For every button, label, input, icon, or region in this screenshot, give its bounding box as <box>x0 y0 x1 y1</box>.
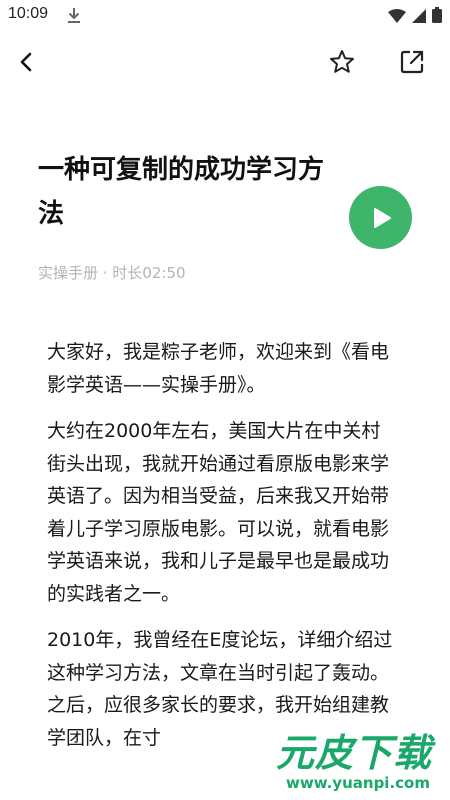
watermark: 元皮下载 www.yuanpi.com <box>276 722 450 800</box>
share-icon <box>400 50 424 74</box>
battery-icon <box>432 7 442 27</box>
chevron-left-icon <box>20 52 32 72</box>
article-title: 一种可复制的成功学习方法 <box>38 155 325 229</box>
download-icon <box>66 6 82 24</box>
signal-icon <box>412 8 426 27</box>
wifi-icon <box>388 8 406 27</box>
article-body: 大家好，我是粽子老师，欢迎来到《看电影学英语——实操手册》。 大约在2000年左… <box>47 336 397 768</box>
play-button[interactable] <box>349 186 412 249</box>
article-paragraph: 大约在2000年左右，美国大片在中关村街头出现，我就开始通过看原版电影来学英语了… <box>47 420 390 605</box>
star-icon <box>330 50 354 73</box>
status-icons <box>388 7 442 27</box>
article-meta: 实操手册 · 时长02:50 <box>38 264 186 282</box>
back-button[interactable] <box>12 48 40 76</box>
watermark-logo: 元皮下载 <box>276 731 433 775</box>
favorite-button[interactable] <box>326 46 358 78</box>
share-button[interactable] <box>396 46 428 78</box>
article-paragraph: 大家好，我是粽子老师，欢迎来到《看电影学英语——实操手册》。 <box>47 341 390 396</box>
top-nav <box>0 40 450 84</box>
status-bar: 10:09 <box>0 0 450 32</box>
status-time: 10:09 <box>8 5 49 22</box>
play-icon <box>373 207 391 228</box>
watermark-url: www.yuanpi.com <box>286 774 430 792</box>
